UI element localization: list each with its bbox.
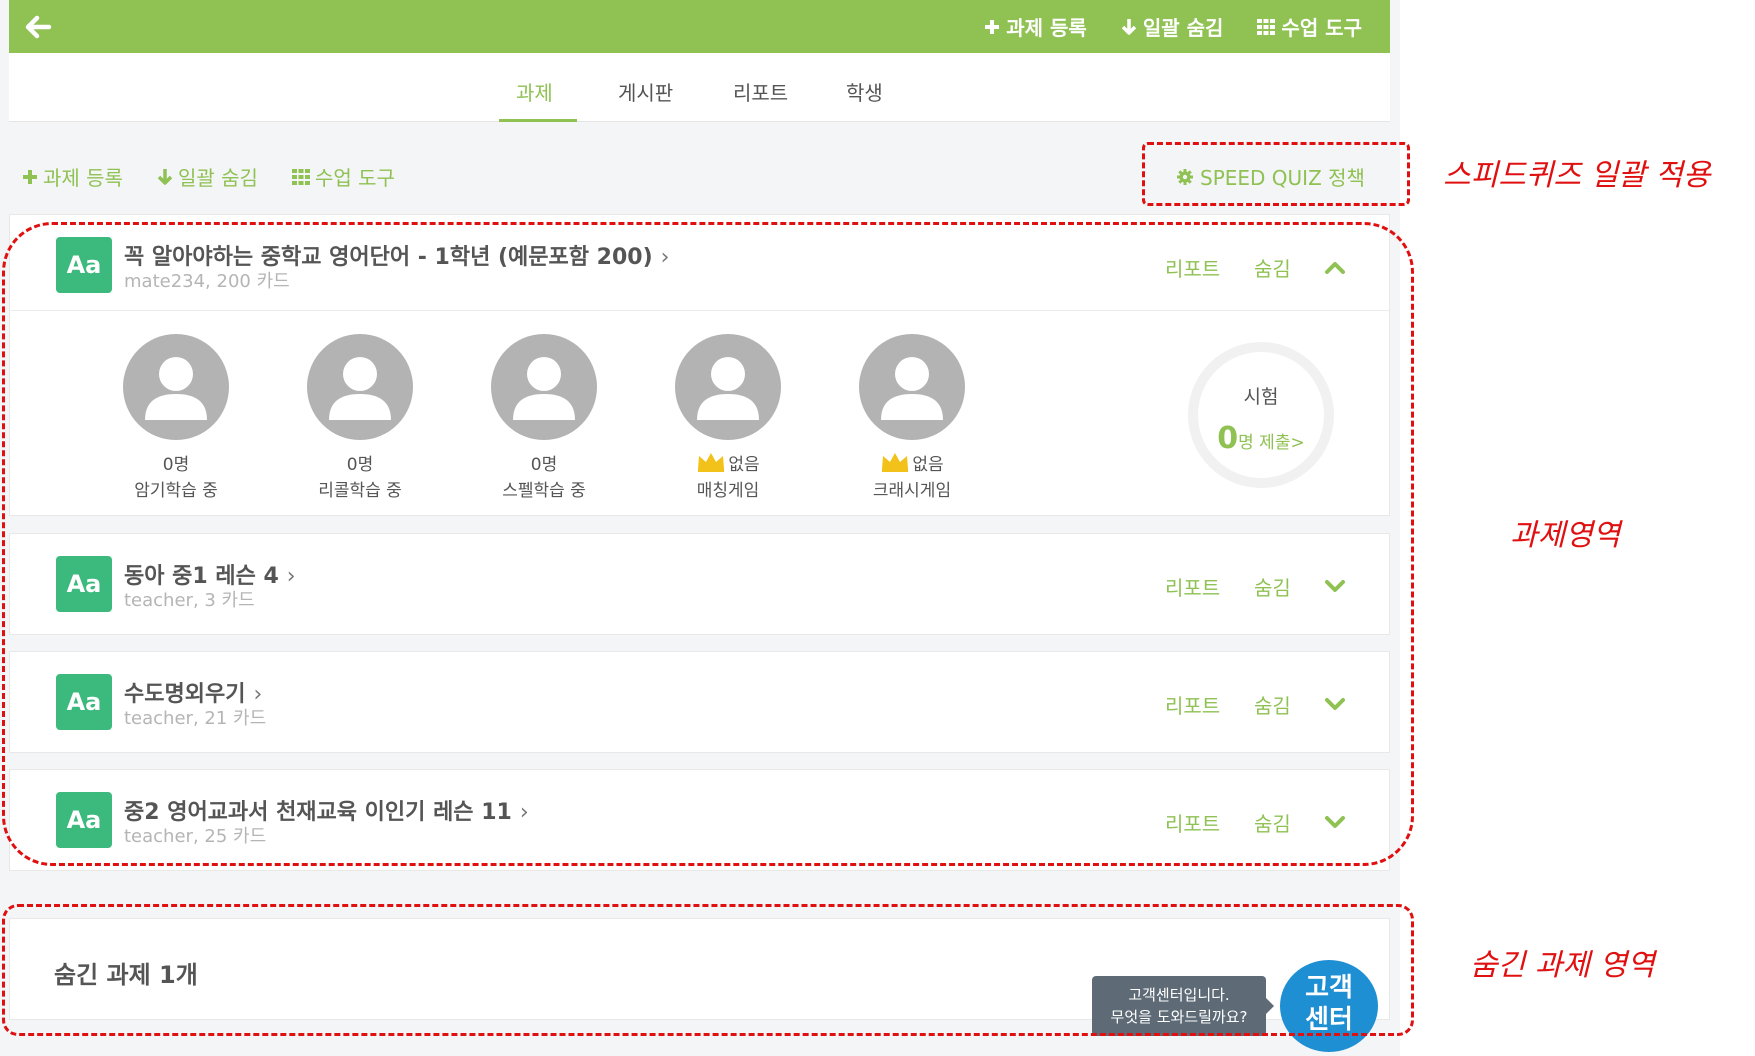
tab-board[interactable]: 게시판 (618, 77, 673, 106)
assignment-toolbar: 과제 등록 일괄 숨김 수업 도구 (22, 162, 395, 191)
tab-assignments[interactable]: 과제 (516, 77, 553, 106)
grid-icon (1257, 18, 1276, 35)
tab-students[interactable]: 학생 (846, 77, 883, 106)
arrow-down-icon (157, 168, 173, 185)
bulk-hide-button[interactable]: 일괄 숨김 (157, 162, 258, 191)
assignment-area-annotation: 과제영역 (1510, 518, 1621, 553)
arrow-down-icon (1121, 18, 1137, 35)
bulk-hide-label: 일괄 숨김 (177, 166, 258, 190)
top-add-assignment-button[interactable]: 과제 등록 (984, 12, 1087, 41)
speed-quiz-annotation: 스피드퀴즈 일괄 적용 (1443, 158, 1711, 193)
top-bulk-hide-label: 일괄 숨김 (1142, 16, 1224, 40)
tab-bar: 과제 게시판 리포트 학생 (9, 53, 1390, 122)
grid-icon (291, 168, 310, 185)
class-tools-button[interactable]: 수업 도구 (291, 162, 395, 191)
tab-report[interactable]: 리포트 (733, 77, 788, 106)
top-class-tools-button[interactable]: 수업 도구 (1257, 12, 1362, 41)
add-assignment-button[interactable]: 과제 등록 (22, 162, 123, 191)
top-bar: 과제 등록 일괄 숨김 수업 도구 (9, 0, 1390, 53)
top-bulk-hide-button[interactable]: 일괄 숨김 (1121, 12, 1224, 41)
plus-icon (23, 169, 37, 184)
plus-icon (985, 19, 1000, 34)
speed-quiz-annotation-box (1142, 142, 1410, 206)
add-assignment-label: 과제 등록 (43, 166, 123, 190)
assignment-area-annotation-box (2, 222, 1414, 866)
top-class-tools-label: 수업 도구 (1281, 16, 1362, 40)
top-actions: 과제 등록 일괄 숨김 수업 도구 (984, 0, 1362, 53)
active-tab-indicator (499, 119, 577, 122)
back-arrow-icon[interactable] (23, 12, 53, 42)
hidden-area-annotation: 숨긴 과제 영역 (1470, 948, 1655, 983)
hidden-area-annotation-box (2, 904, 1414, 1036)
top-add-assignment-label: 과제 등록 (1006, 16, 1087, 40)
class-tools-label: 수업 도구 (314, 166, 395, 190)
